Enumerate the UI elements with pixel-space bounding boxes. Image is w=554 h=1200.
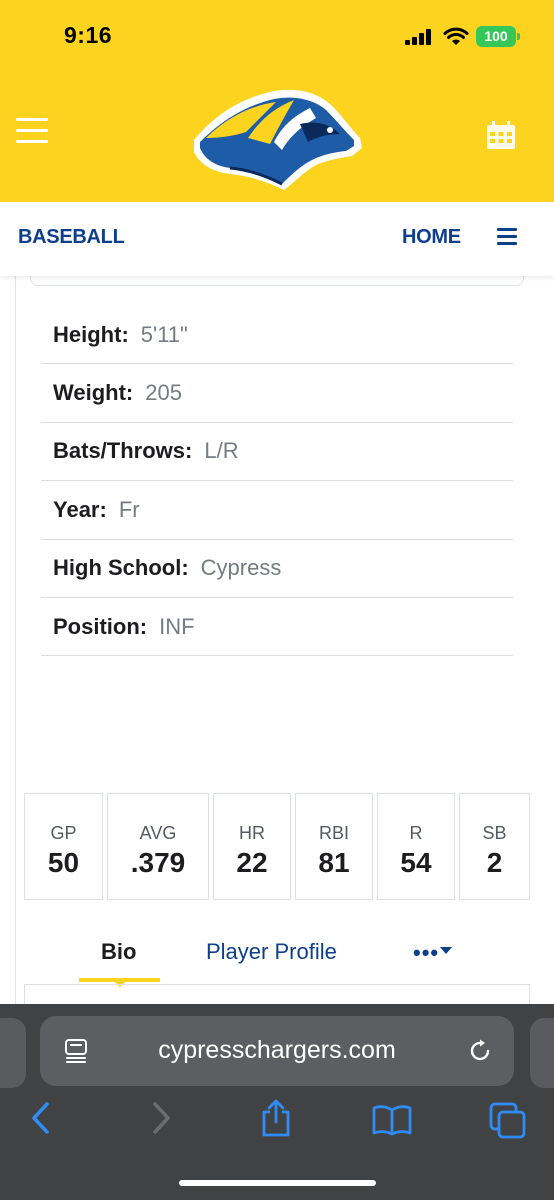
info-row-weight: Weight: 205: [41, 364, 513, 423]
url-text: cypresschargers.com: [158, 1036, 396, 1064]
info-value: INF: [159, 613, 195, 639]
info-row-year: Year: Fr: [41, 481, 513, 540]
bio-panel-edge: [24, 984, 530, 1004]
tabs-icon[interactable]: [489, 1102, 527, 1140]
info-value: Cypress: [200, 555, 282, 581]
stat-gp: GP 50: [24, 793, 103, 900]
info-label: Height:: [53, 321, 129, 347]
info-label: Bats/Throws:: [53, 438, 193, 464]
hamburger-menu-icon[interactable]: [16, 118, 48, 144]
home-indicator: [179, 1180, 376, 1186]
info-value: Fr: [118, 496, 140, 522]
next-tab-preview[interactable]: [530, 1018, 554, 1088]
stat-label: GP: [50, 823, 77, 843]
profile-tabs: Bio Player Profile •••: [0, 930, 554, 987]
tab-player-profile[interactable]: Player Profile: [206, 939, 337, 965]
stat-r: R 54: [377, 793, 455, 900]
sport-nav: BASEBALL HOME: [0, 202, 554, 276]
info-label: Position:: [53, 613, 148, 639]
info-label: Year:: [53, 496, 107, 522]
stat-label: R: [409, 823, 423, 843]
chargers-horse-logo[interactable]: [190, 78, 366, 194]
wifi-icon: [443, 27, 469, 45]
previous-tab-preview[interactable]: [0, 1018, 26, 1088]
info-value: 205: [145, 380, 182, 406]
stat-value: 2: [486, 847, 503, 878]
back-arrow-icon[interactable]: [30, 1101, 52, 1135]
home-link[interactable]: HOME: [402, 226, 461, 249]
info-row-high-school: High School: Cypress: [41, 540, 513, 598]
stat-value: .379: [130, 847, 186, 878]
stat-value: 50: [47, 847, 80, 878]
info-value: 5'11": [140, 321, 188, 347]
cellular-signal-icon: [405, 29, 433, 45]
content-border: [15, 276, 16, 1006]
stat-label: SB: [482, 823, 507, 843]
info-row-bats-throws: Bats/Throws: L/R: [41, 423, 513, 482]
calendar-icon[interactable]: [486, 120, 516, 150]
site-header: 9:16 100: [0, 0, 554, 202]
stat-avg: AVG .379: [107, 793, 209, 900]
tab-more-dropdown[interactable]: •••: [413, 940, 439, 966]
stat-sb: SB 2: [459, 793, 530, 900]
stat-rbi: RBI 81: [295, 793, 373, 900]
status-time: 9:16: [64, 22, 113, 48]
battery-indicator: 100: [476, 26, 520, 47]
stat-label: AVG: [139, 823, 177, 843]
stats-summary: GP 50 AVG .379 HR 22 RBI 81 R 54 SB 2: [24, 793, 530, 900]
info-row-height: Height: 5'11": [41, 306, 513, 365]
forward-arrow-icon[interactable]: [150, 1101, 172, 1135]
stat-label: RBI: [318, 823, 349, 843]
stat-hr: HR 22: [213, 793, 291, 900]
stat-label: HR: [239, 823, 265, 843]
info-label: Weight:: [53, 380, 134, 406]
sport-title-link[interactable]: BASEBALL: [18, 226, 125, 249]
browser-toolbar: cypresschargers.com: [0, 1004, 554, 1200]
bookmarks-icon[interactable]: [371, 1104, 413, 1136]
sport-menu-icon[interactable]: [497, 228, 517, 246]
info-value: L/R: [204, 438, 239, 464]
stat-value: 81: [318, 847, 350, 878]
stat-value: 22: [236, 847, 268, 878]
tab-bio[interactable]: Bio: [101, 939, 136, 965]
address-bar[interactable]: cypresschargers.com: [40, 1016, 514, 1086]
info-label: High School:: [53, 555, 189, 581]
share-icon[interactable]: [258, 1098, 294, 1138]
chevron-down-icon: [440, 947, 452, 954]
info-row-position: Position: INF: [41, 598, 513, 657]
player-info-list: Height: 5'11" Weight: 205 Bats/Throws: L…: [41, 306, 513, 657]
stat-value: 54: [400, 847, 432, 878]
reload-icon[interactable]: [468, 1038, 494, 1064]
